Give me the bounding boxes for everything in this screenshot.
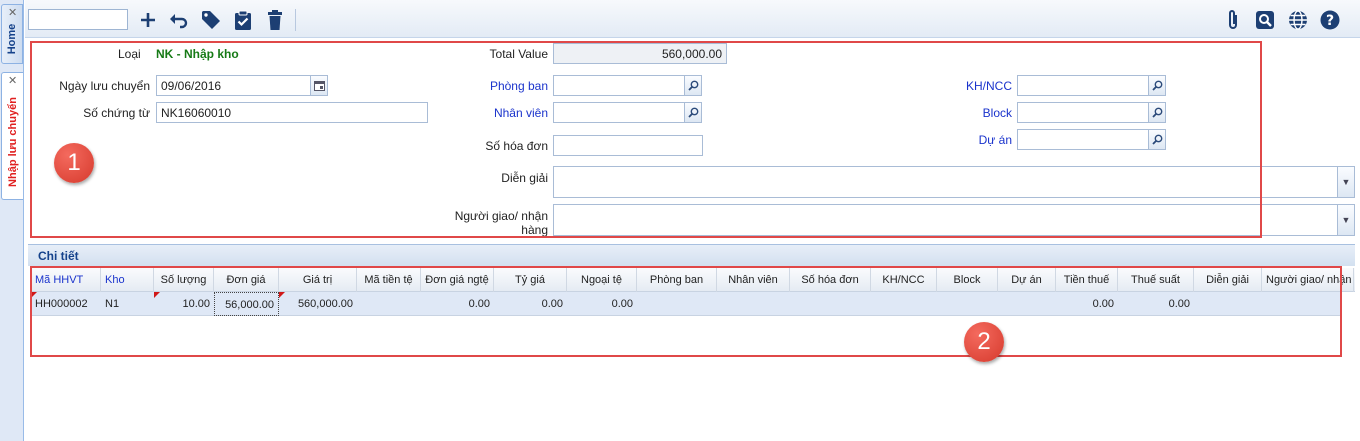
attach-button[interactable] xyxy=(1222,9,1244,31)
help-icon: ? xyxy=(1320,10,1340,30)
close-icon[interactable]: ✕ xyxy=(8,8,17,19)
add-button[interactable] xyxy=(137,9,159,31)
tab-home[interactable]: ✕ Home xyxy=(1,4,23,64)
svg-text:?: ? xyxy=(1326,13,1334,29)
tab-nhap-luu-chuyen-label: Nhập lưu chuyển xyxy=(6,97,19,188)
delete-button[interactable] xyxy=(264,9,286,31)
tag-button[interactable] xyxy=(200,9,222,31)
plus-icon xyxy=(141,13,155,27)
vertical-tab-strip: ✕ Home ✕ Nhập lưu chuyển xyxy=(0,0,24,441)
trash-icon xyxy=(268,10,282,30)
tab-nhap-luu-chuyen[interactable]: ✕ Nhập lưu chuyển xyxy=(1,72,23,200)
paperclip-icon xyxy=(1229,10,1237,29)
toolbar-search-input[interactable] xyxy=(28,9,128,30)
marker-one: 1 xyxy=(54,143,94,183)
detail-section-header[interactable]: Chi tiết xyxy=(28,244,1355,266)
undo-icon xyxy=(170,14,188,29)
highlight-box-header xyxy=(30,41,1262,238)
toolbar-separator xyxy=(295,9,296,31)
help-button[interactable]: ? xyxy=(1319,9,1341,31)
preview-button[interactable] xyxy=(1254,9,1276,31)
highlight-box-detail xyxy=(30,266,1342,357)
language-button[interactable] xyxy=(1287,9,1309,31)
chevron-down-icon[interactable]: ▼ xyxy=(1337,205,1354,235)
close-icon[interactable]: ✕ xyxy=(8,76,17,87)
undo-button[interactable] xyxy=(168,9,190,31)
globe-icon xyxy=(1289,10,1307,30)
tab-home-label: Home xyxy=(6,23,18,54)
tag-icon xyxy=(202,11,220,29)
marker-two: 2 xyxy=(964,322,1004,362)
chevron-down-icon[interactable]: ▼ xyxy=(1337,167,1354,197)
search-document-icon xyxy=(1256,11,1274,29)
toolbar: ? xyxy=(25,0,1360,38)
clipboard-check-icon xyxy=(235,10,251,30)
approve-button[interactable] xyxy=(232,9,254,31)
